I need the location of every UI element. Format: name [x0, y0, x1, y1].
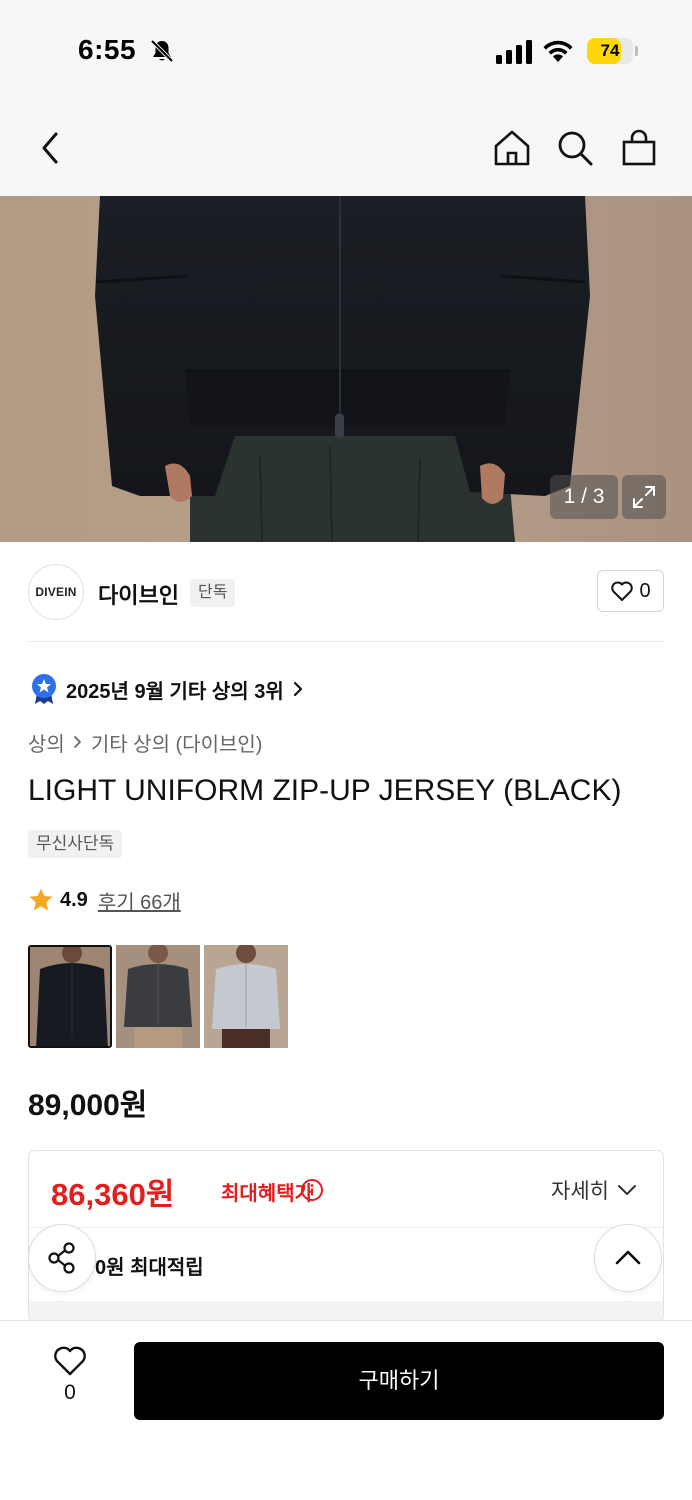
- buy-button[interactable]: 구매하기: [134, 1342, 664, 1420]
- ranking-medal-icon: [32, 674, 56, 704]
- review-count-link[interactable]: 후기 66개: [98, 886, 181, 915]
- brand-like-count: 0: [639, 579, 651, 602]
- exclusive-tag: 무신사단독: [28, 830, 123, 858]
- wishlist-count: 0: [64, 1381, 76, 1404]
- thumbnail-image: [116, 945, 200, 1048]
- status-bar: 6:55 74: [0, 0, 692, 100]
- wifi-icon: [543, 40, 573, 62]
- bell-slash-icon: [150, 39, 174, 63]
- brand-logo[interactable]: DIVEIN: [28, 564, 84, 620]
- heart-outline-icon: [611, 581, 634, 601]
- divider: [29, 1227, 663, 1228]
- thumbnail-image: [204, 945, 288, 1048]
- bottom-action-bar: 0 구매하기: [0, 1320, 692, 1500]
- divider: [28, 641, 664, 642]
- search-icon: [558, 131, 593, 166]
- shopping-bag-icon: [622, 129, 656, 166]
- breadcrumb-category[interactable]: 상의: [28, 728, 65, 757]
- signal-icon: [496, 40, 532, 64]
- back-button[interactable]: [30, 128, 70, 168]
- chevron-down-icon: [618, 1185, 636, 1195]
- cart-button[interactable]: [619, 128, 659, 168]
- heart-outline-icon: [54, 1346, 86, 1376]
- max-points-text: 0원 최대적립: [95, 1257, 204, 1279]
- original-price: 89,000원: [28, 1089, 148, 1122]
- home-icon: [494, 130, 530, 166]
- info-icon[interactable]: [300, 1178, 324, 1202]
- color-thumbnails: [28, 945, 288, 1048]
- brand-row[interactable]: DIVEIN 다이브인 단독 0: [28, 562, 664, 622]
- ranking-link[interactable]: 2025년 9월 기타 상의 3위: [30, 672, 304, 706]
- top-navbar: [0, 100, 692, 196]
- wishlist-button[interactable]: 0: [36, 1345, 104, 1415]
- thumbnail-black[interactable]: [28, 945, 112, 1048]
- share-button[interactable]: [28, 1224, 96, 1292]
- home-button[interactable]: [492, 128, 532, 168]
- status-time: 6:55: [78, 34, 137, 65]
- breadcrumb-separator-icon: [73, 736, 81, 748]
- details-label: 자세히: [551, 1180, 609, 1203]
- brand-like-button[interactable]: 0: [597, 570, 664, 612]
- thumbnail-image: [30, 947, 110, 1046]
- back-chevron-icon: [42, 132, 58, 164]
- product-title: LIGHT UNIFORM ZIP-UP JERSEY (BLACK): [28, 774, 622, 807]
- image-counter: 1 / 3: [550, 475, 618, 519]
- chevron-right-icon: [293, 681, 302, 697]
- rating-score: 4.9: [60, 888, 88, 911]
- battery-percent: 74: [600, 41, 620, 60]
- chevron-up-icon: [615, 1250, 641, 1265]
- thumbnail-light-gray[interactable]: [204, 945, 288, 1048]
- star-icon: [29, 888, 53, 911]
- share-icon: [48, 1242, 75, 1274]
- breadcrumb-subcategory[interactable]: 기타 상의 (다이브인): [91, 728, 263, 757]
- ranking-text: 2025년 9월 기타 상의 3위: [66, 680, 284, 703]
- scroll-to-top-button[interactable]: [594, 1224, 662, 1292]
- expand-icon: [633, 486, 655, 508]
- benefit-footer: [29, 1301, 663, 1321]
- thumbnail-charcoal[interactable]: [116, 945, 200, 1048]
- max-benefit-price: 86,360원: [51, 1177, 175, 1212]
- expand-image-button[interactable]: [622, 475, 666, 519]
- breadcrumb: 상의 기타 상의 (다이브인): [28, 728, 262, 756]
- search-button[interactable]: [555, 128, 595, 168]
- battery-charging-icon: 74: [587, 38, 633, 64]
- brand-exclusive-badge: 단독: [190, 579, 236, 607]
- brand-name[interactable]: 다이브인: [98, 578, 179, 610]
- battery-tip: [635, 46, 638, 56]
- benefit-box: 86,360원 최대혜택가 자세히 0원 최대적립: [28, 1150, 664, 1322]
- rating-row: 4.9 후기 66개: [28, 884, 181, 916]
- details-button[interactable]: 자세히: [551, 1175, 637, 1205]
